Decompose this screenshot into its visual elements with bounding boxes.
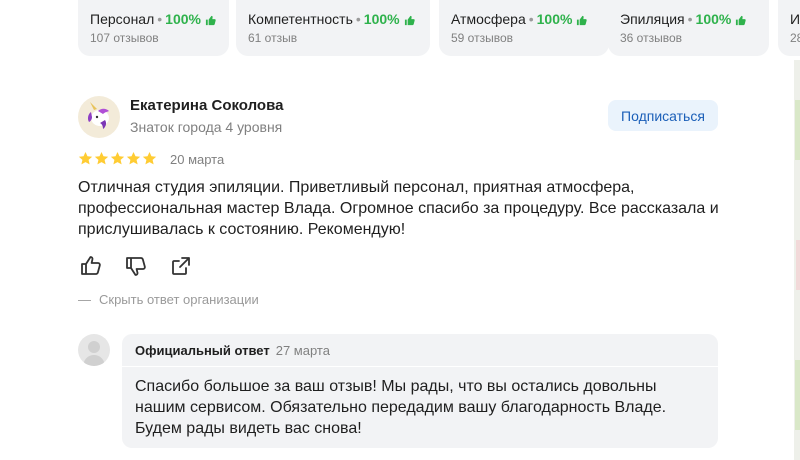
star-icon — [94, 151, 109, 165]
chip-count: 61 отзыв — [248, 31, 298, 45]
thumbs-down-icon[interactable] — [124, 254, 148, 278]
rating-chip-competence[interactable]: Компетентность • 100% 61 отзыв — [236, 0, 430, 56]
rating-chip-personnel[interactable]: Персонал • 100% 107 отзывов — [78, 0, 229, 56]
rating-categories: Персонал • 100% 107 отзывов Компетентность… — [78, 0, 800, 56]
chip-name: Атмосфера — [451, 11, 526, 27]
chip-percent: 100% — [536, 11, 573, 27]
star-icon — [110, 151, 125, 165]
chip-name: Ин — [790, 11, 800, 27]
unicorn-avatar-icon — [87, 102, 109, 129]
thumbs-up-icon[interactable] — [79, 254, 103, 278]
chip-count: 28 — [790, 31, 800, 45]
rating-chip-epilation[interactable]: Эпиляция • 100% 36 отзывов — [608, 0, 769, 56]
thumbs-up-icon — [736, 15, 747, 26]
chip-count: 36 отзывов — [620, 31, 683, 45]
official-reply-label: Официальный ответ — [135, 343, 270, 358]
org-avatar — [78, 334, 110, 366]
chip-percent: 100% — [695, 11, 732, 27]
review-date: 20 марта — [170, 152, 225, 167]
reply-text: Спасибо большое за ваш отзыв! Мы рады, ч… — [135, 378, 667, 437]
map-edge-strip — [794, 60, 800, 460]
chip-count: 59 отзывов — [451, 31, 514, 45]
reply-date: 27 марта — [275, 343, 330, 358]
official-reply: Официальный ответ 27 марта Спасибо большо… — [122, 334, 718, 448]
review-rating-stars — [78, 151, 157, 167]
star-icon — [126, 151, 141, 165]
chip-percent: 100% — [165, 11, 201, 27]
review-text: Отличная студия эпиляции. Приветливый пе… — [78, 179, 719, 238]
star-icon — [78, 151, 93, 165]
star-icon — [142, 151, 157, 165]
thumbs-up-icon — [577, 15, 588, 26]
subscribe-button[interactable]: Подписаться — [608, 100, 718, 131]
chip-name: Персонал — [90, 11, 155, 27]
share-icon[interactable] — [169, 254, 193, 278]
avatar[interactable] — [78, 96, 120, 138]
divider — [122, 366, 718, 367]
thumbs-up-icon — [404, 15, 415, 26]
user-placeholder-icon — [83, 341, 105, 366]
author-level: Знаток города 4 уровня — [130, 119, 283, 135]
chip-percent: 100% — [363, 11, 400, 27]
review-author-name[interactable]: Екатерина Соколова — [130, 97, 283, 114]
thumbs-up-icon — [205, 15, 216, 26]
hide-org-reply-link[interactable]: — Скрыть ответ организации — [78, 292, 259, 307]
chip-count: 107 отзывов — [90, 31, 159, 45]
chip-name: Эпиляция — [620, 11, 685, 27]
chip-name: Компетентность — [248, 11, 353, 27]
hide-reply-label: Скрыть ответ организации — [99, 292, 259, 307]
rating-chip-atmosphere[interactable]: Атмосфера • 100% 59 отзывов — [439, 0, 609, 56]
rating-chip-partial[interactable]: Ин 28 — [778, 0, 800, 56]
